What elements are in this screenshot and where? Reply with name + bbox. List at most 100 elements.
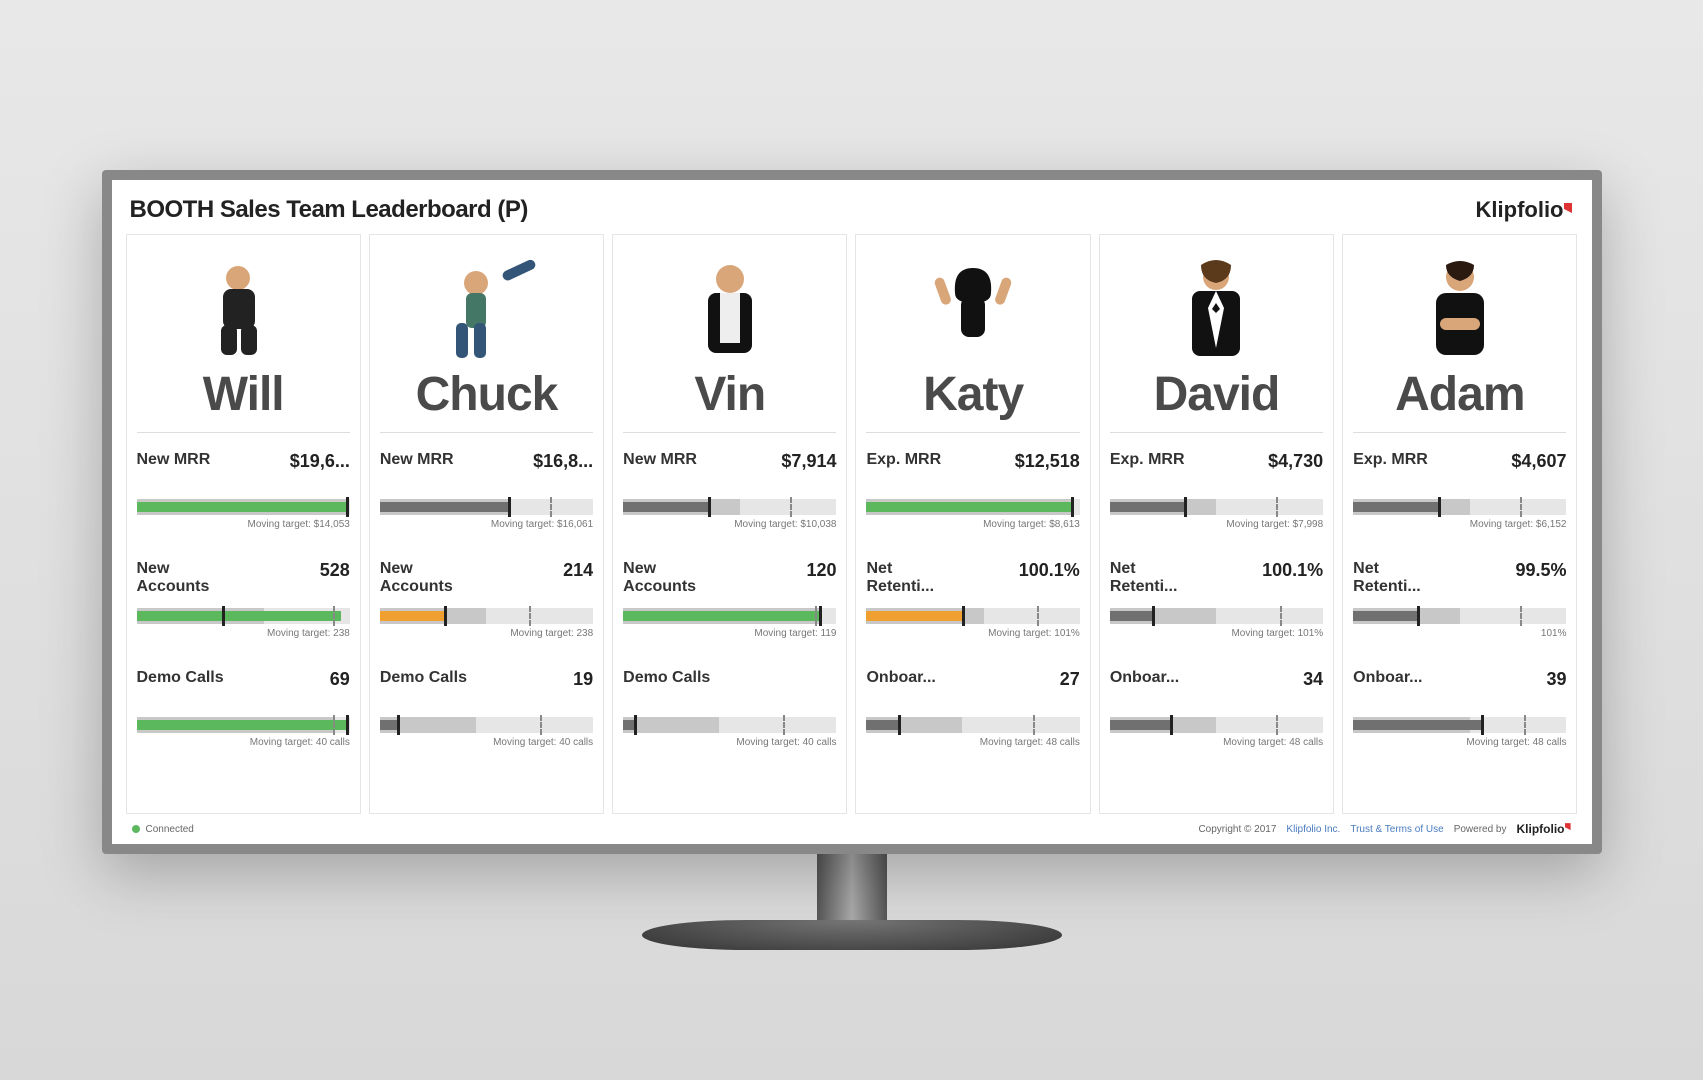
metric-row: New MRR $7,914 (623, 451, 836, 491)
metric-label: New Accounts (380, 560, 453, 597)
metric: Onboar... 27 Moving target: 48 calls (866, 669, 1079, 748)
avatar-image (193, 253, 293, 363)
person-name: Vin (623, 367, 836, 422)
avatar-image (1410, 253, 1510, 363)
metric-value: 100.1% (1019, 560, 1080, 581)
footer: Connected Copyright © 2017 Klipfolio Inc… (126, 814, 1578, 838)
leaderboard-card: Katy Exp. MRR $12,518 Moving target: $8,… (855, 234, 1090, 814)
metric-label: New MRR (623, 451, 697, 469)
metric-value: 214 (563, 560, 593, 581)
leaderboard-card: Will New MRR $19,6... Moving target: $14… (126, 234, 361, 814)
screen: BOOTH Sales Team Leaderboard (P) Klipfol… (112, 180, 1592, 844)
target-text: Moving target: 238 (380, 628, 593, 639)
bullet-chart (866, 608, 1079, 624)
avatar-box (866, 243, 1079, 363)
target-text: Moving target: 48 calls (866, 737, 1079, 748)
brand-mark-icon (1565, 823, 1572, 833)
target-text: Moving target: $16,061 (380, 519, 593, 530)
metric-label: Onboar... (866, 669, 935, 687)
metric-value: $4,607 (1511, 451, 1566, 472)
metric-row: Demo Calls 19 (380, 669, 593, 709)
copyright-text: Copyright © 2017 (1198, 824, 1276, 835)
status-text: Connected (146, 824, 194, 835)
metric-row: Net Retenti... 100.1% (866, 560, 1079, 600)
avatar-box (1110, 243, 1323, 363)
leaderboard-card: Chuck New MRR $16,8... Moving target: $1… (369, 234, 604, 814)
header: BOOTH Sales Team Leaderboard (P) Klipfol… (126, 190, 1578, 234)
avatar-image (436, 253, 536, 363)
bullet-chart (380, 499, 593, 515)
monitor-frame: BOOTH Sales Team Leaderboard (P) Klipfol… (102, 170, 1602, 854)
leaderboard-card: Vin New MRR $7,914 Moving target: $10,03… (612, 234, 847, 814)
metric-row: Onboar... 27 (866, 669, 1079, 709)
target-text: Moving target: 119 (623, 628, 836, 639)
bullet-chart (1353, 717, 1566, 733)
metric-value: $7,914 (781, 451, 836, 472)
metric: New MRR $16,8... Moving target: $16,061 (380, 451, 593, 530)
metric: New MRR $7,914 Moving target: $10,038 (623, 451, 836, 530)
person-name: Will (137, 367, 350, 422)
metric-label: Net Retenti... (1110, 560, 1178, 597)
metric-row: Demo Calls 69 (137, 669, 350, 709)
metric: Exp. MRR $12,518 Moving target: $8,613 (866, 451, 1079, 530)
target-text: Moving target: 48 calls (1110, 737, 1323, 748)
metric: Net Retenti... 99.5% 101% (1353, 560, 1566, 639)
metric-row: New MRR $19,6... (137, 451, 350, 491)
page-title: BOOTH Sales Team Leaderboard (P) (130, 196, 528, 224)
metric-label: New MRR (137, 451, 211, 469)
metric-label: Net Retenti... (1353, 560, 1421, 597)
connection-status: Connected (132, 824, 194, 835)
target-text: Moving target: $10,038 (623, 519, 836, 530)
powered-label: Powered by (1454, 824, 1507, 835)
target-text: Moving target: 40 calls (380, 737, 593, 748)
avatar-image (680, 253, 780, 363)
metric-label: Exp. MRR (1110, 451, 1185, 469)
bullet-chart (380, 608, 593, 624)
metric-label: Demo Calls (623, 669, 710, 687)
target-text: Moving target: 101% (866, 628, 1079, 639)
metric-label: Net Retenti... (866, 560, 934, 597)
metric-label: New Accounts (623, 560, 696, 597)
monitor: BOOTH Sales Team Leaderboard (P) Klipfol… (102, 170, 1602, 950)
brand-mark-icon (1564, 203, 1574, 217)
legal-link[interactable]: Trust & Terms of Use (1350, 824, 1443, 835)
divider (1353, 432, 1566, 433)
monitor-stand-base (642, 920, 1062, 950)
metric-value: $12,518 (1015, 451, 1080, 472)
leaderboard-card: Adam Exp. MRR $4,607 Moving target: $6,1… (1342, 234, 1577, 814)
bullet-chart (866, 499, 1079, 515)
metric-value: 39 (1546, 669, 1566, 690)
brand-logo: Klipfolio (1476, 197, 1574, 223)
metric-row: Onboar... 39 (1353, 669, 1566, 709)
person-name: David (1110, 367, 1323, 422)
metric-row: New Accounts 120 (623, 560, 836, 600)
bullet-chart (1110, 608, 1323, 624)
metric-value: 99.5% (1515, 560, 1566, 581)
person-name: Katy (866, 367, 1079, 422)
metric-row: Exp. MRR $4,730 (1110, 451, 1323, 491)
monitor-stand-neck (817, 854, 887, 924)
metric: Exp. MRR $4,607 Moving target: $6,152 (1353, 451, 1566, 530)
brand-text: Klipfolio (1476, 197, 1564, 222)
bullet-chart (137, 717, 350, 733)
target-text: Moving target: 40 calls (623, 737, 836, 748)
metric-label: Exp. MRR (1353, 451, 1428, 469)
company-link[interactable]: Klipfolio Inc. (1286, 824, 1340, 835)
person-name: Chuck (380, 367, 593, 422)
metric-row: Onboar... 34 (1110, 669, 1323, 709)
divider (1110, 432, 1323, 433)
bullet-chart (137, 608, 350, 624)
metric-label: Onboar... (1353, 669, 1422, 687)
status-dot-icon (132, 825, 140, 833)
metric-label: Exp. MRR (866, 451, 941, 469)
metric: Demo Calls Moving target: 40 calls (623, 669, 836, 748)
bullet-chart (623, 499, 836, 515)
divider (623, 432, 836, 433)
bullet-chart (1110, 717, 1323, 733)
metric-label: New MRR (380, 451, 454, 469)
metric-row: Demo Calls (623, 669, 836, 709)
bullet-chart (137, 499, 350, 515)
metric-value: 27 (1060, 669, 1080, 690)
metric-value: 69 (330, 669, 350, 690)
leaderboard-cards: Will New MRR $19,6... Moving target: $14… (126, 234, 1578, 814)
